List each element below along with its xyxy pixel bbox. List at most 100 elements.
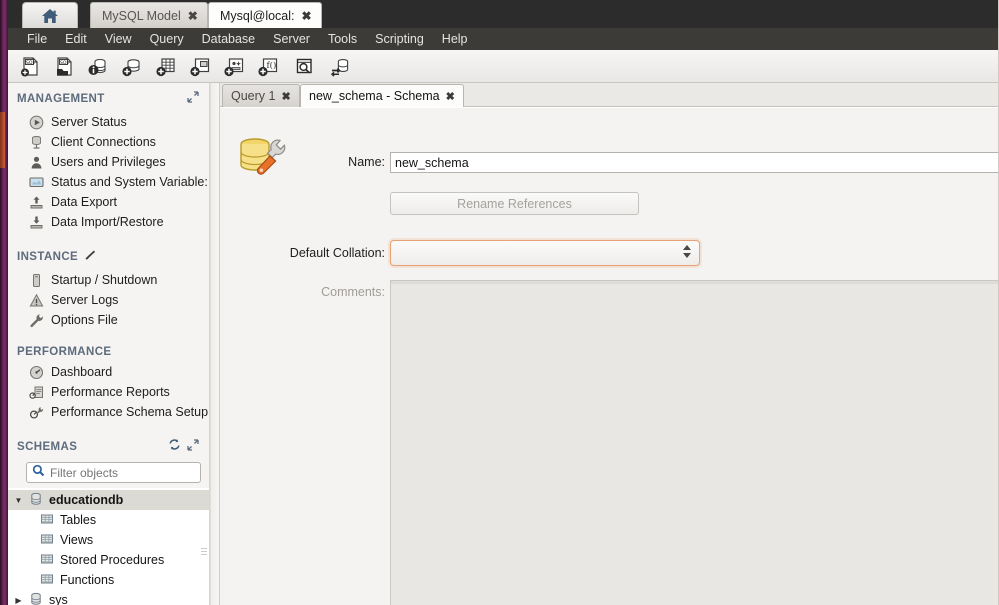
spinner-arrows-icon[interactable] <box>683 245 691 258</box>
sidebar-item-server-status[interactable]: Server Status <box>8 112 209 132</box>
new-schema-icon[interactable] <box>118 54 146 80</box>
tree-item-label: Functions <box>60 573 115 587</box>
tree-item-label: Stored Procedures <box>60 553 165 567</box>
close-icon[interactable]: ✖ <box>302 10 312 22</box>
data-export-icon <box>28 194 44 210</box>
sidebar-item-dashboard[interactable]: Dashboard <box>8 362 209 382</box>
sidebar-item-users-and-privileges[interactable]: Users and Privileges <box>8 152 209 172</box>
sidebar-item-options-file[interactable]: Options File <box>8 310 209 330</box>
startup-shutdown-icon <box>28 272 44 288</box>
sidebar-item-data-export[interactable]: Data Export <box>8 192 209 212</box>
server-logs-icon <box>28 292 44 308</box>
chevron-down-icon[interactable]: ▼ <box>14 496 23 505</box>
menu-database[interactable]: Database <box>193 29 265 49</box>
sidebar-item-performance-reports[interactable]: Performance Reports <box>8 382 209 402</box>
tree-item-educationdb[interactable]: ▼ educationdb <box>8 490 209 510</box>
menu-help[interactable]: Help <box>433 29 477 49</box>
window-tab-bar: MySQL Model ✖ Mysql@local: ✖ <box>8 0 999 28</box>
close-icon[interactable]: ✖ <box>188 10 198 22</box>
menu-tools[interactable]: Tools <box>319 29 366 49</box>
sidebar-item-performance-schema-setup[interactable]: Performance Schema Setup <box>8 402 209 422</box>
tree-item-stored-procedures[interactable]: Stored Procedures <box>8 550 209 570</box>
tree-item-tables[interactable]: Tables <box>8 510 209 530</box>
tree-item-functions[interactable]: Functions <box>8 570 209 590</box>
search-data-icon[interactable] <box>290 54 318 80</box>
new-function-icon[interactable]: f() <box>254 54 282 80</box>
expand-icon[interactable] <box>187 438 199 456</box>
chevron-right-icon[interactable]: ▶ <box>14 596 23 605</box>
sidebar-item-status-and-system-variables[interactable]: Status and System Variable: <box>8 172 209 192</box>
new-view-icon[interactable] <box>186 54 214 80</box>
tree-scrollbar[interactable] <box>201 548 207 574</box>
performance-reports-icon <box>28 384 44 400</box>
menu-edit[interactable]: Edit <box>56 29 96 49</box>
editor-tab-new-schema[interactable]: new_schema - Schema ✖ <box>300 84 464 107</box>
connection-info-icon[interactable] <box>84 54 112 80</box>
sidebar-item-server-logs[interactable]: Server Logs <box>8 290 209 310</box>
sidebar-item-client-connections[interactable]: Client Connections <box>8 132 209 152</box>
svg-text:SQL: SQL <box>60 60 70 66</box>
search-input[interactable] <box>50 465 195 480</box>
new-table-icon[interactable] <box>152 54 180 80</box>
menu-bar: File Edit View Query Database Server Too… <box>8 28 999 50</box>
menu-server[interactable]: Server <box>264 29 319 49</box>
performance-schema-setup-icon <box>28 404 44 420</box>
new-sql-tab-icon[interactable]: SQL <box>16 54 44 80</box>
tree-item-sys[interactable]: ▶ sys <box>8 590 209 605</box>
new-stored-procedure-icon[interactable] <box>220 54 248 80</box>
sidebar-item-label: Status and System Variable: <box>51 175 208 189</box>
home-tab[interactable] <box>22 2 78 28</box>
main-toolbar: SQL SQL f() <box>8 50 999 83</box>
tables-icon <box>40 512 54 529</box>
sidebar-item-label: Server Status <box>51 115 127 129</box>
sidebar-item-label: Data Export <box>51 195 118 209</box>
tree-item-label: Views <box>60 533 94 547</box>
schema-editor-form: Name: Rename References Default Collatio… <box>220 107 999 605</box>
comments-textarea[interactable] <box>390 280 999 605</box>
sidebar-item-label: Startup / Shutdown <box>51 273 158 287</box>
default-collation-label: Default Collation: <box>289 246 385 260</box>
tree-item-label: educationdb <box>49 493 124 507</box>
tree-item-label: Tables <box>60 513 97 527</box>
open-sql-script-icon[interactable]: SQL <box>50 54 78 80</box>
sidebar-item-label: Data Import/Restore <box>51 215 164 229</box>
schema-name-input[interactable] <box>390 152 999 173</box>
editor-tab-query-1[interactable]: Query 1 ✖ <box>222 84 300 107</box>
default-collation-select[interactable] <box>390 240 700 266</box>
sidebar-item-data-import-restore[interactable]: Data Import/Restore <box>8 212 209 232</box>
close-icon[interactable]: ✖ <box>281 90 290 103</box>
views-icon <box>40 532 54 549</box>
rename-references-button[interactable]: Rename References <box>390 192 639 215</box>
search-icon <box>32 464 45 482</box>
tree-item-views[interactable]: Views <box>8 530 209 550</box>
sidebar-splitter[interactable] <box>210 83 220 605</box>
main-content: Query 1 ✖ new_schema - Schema ✖ Name: ne… <box>220 83 999 605</box>
close-icon[interactable]: ✖ <box>446 90 455 103</box>
reconnect-server-icon[interactable] <box>326 54 354 80</box>
sidebar-item-label: Users and Privileges <box>51 155 166 169</box>
window-tab-mysql-model[interactable]: MySQL Model ✖ <box>90 2 208 28</box>
expand-icon[interactable] <box>187 90 199 108</box>
section-title: INSTANCE <box>17 251 79 263</box>
menu-file[interactable]: File <box>18 29 56 49</box>
sidebar-section-instance-header: INSTANCE <box>8 241 209 270</box>
schema-filter-box[interactable] <box>26 462 201 483</box>
editor-tab-label: Query 1 <box>231 89 276 103</box>
launcher-accent <box>0 112 5 168</box>
sidebar-section-performance-header: PERFORMANCE <box>8 339 209 362</box>
client-connections-icon <box>28 134 44 150</box>
menu-view[interactable]: View <box>96 29 141 49</box>
refresh-icon[interactable] <box>168 438 181 456</box>
sidebar-item-startup-shutdown[interactable]: Startup / Shutdown <box>8 270 209 290</box>
schema-tree: ▼ educationdb Tables Views Stored Proced… <box>8 488 209 605</box>
window-tab-mysql-local[interactable]: Mysql@local: ✖ <box>208 2 322 28</box>
section-title: MANAGEMENT <box>17 93 105 105</box>
server-status-icon <box>28 114 44 130</box>
unity-launcher-strip <box>0 0 8 605</box>
menu-query[interactable]: Query <box>141 29 193 49</box>
menu-scripting[interactable]: Scripting <box>366 29 433 49</box>
editor-tab-bar: Query 1 ✖ new_schema - Schema ✖ <box>220 83 999 107</box>
tree-item-label: sys <box>49 593 68 605</box>
section-title: PERFORMANCE <box>17 346 112 358</box>
comments-label: Comments: <box>321 285 385 299</box>
